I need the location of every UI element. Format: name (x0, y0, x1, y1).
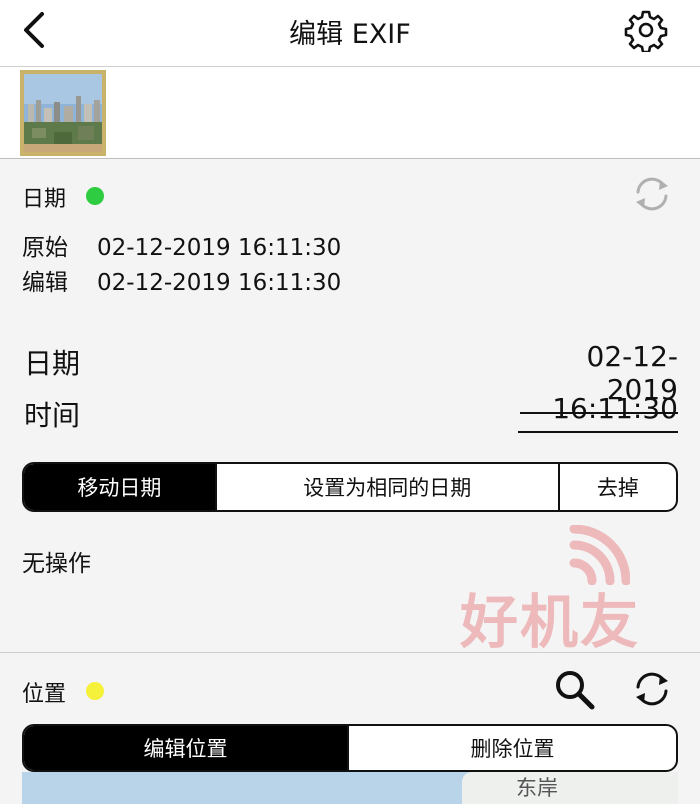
watermark-text: 好机友 (460, 588, 641, 656)
time-field[interactable]: 16:11:30 (518, 392, 678, 433)
refresh-icon (636, 177, 668, 211)
cityscape-image (24, 74, 102, 152)
page-title: 编辑 EXIF (289, 19, 411, 50)
segment-remove[interactable]: 去掉 (560, 464, 676, 510)
date-section-label: 日期 (22, 187, 67, 212)
edited-value: 02-12-2019 16:11:30 (97, 270, 342, 296)
segment-move-date[interactable]: 移动日期 (24, 464, 217, 510)
settings-button[interactable] (624, 8, 668, 54)
navigation-bar: 编辑 EXIF (0, 0, 700, 67)
action-status-text: 无操作 (22, 551, 91, 577)
date-mode-segmented-control: 移动日期 设置为相同的日期 去掉 (22, 462, 678, 512)
location-sync-button[interactable] (630, 667, 674, 711)
photo-thumbnail[interactable] (20, 70, 106, 156)
watermark: 好机友 (460, 525, 660, 656)
edited-date-row: 编辑 02-12-2019 16:11:30 (22, 263, 341, 297)
location-search-button[interactable] (552, 667, 596, 711)
time-field-label: 时间 (24, 399, 81, 432)
date-sync-button[interactable] (630, 172, 674, 216)
photo-strip (0, 67, 700, 159)
segment-set-same-date[interactable]: 设置为相同的日期 (217, 464, 560, 510)
map-place-label: 东岸 (516, 776, 558, 800)
date-status-dot (86, 187, 104, 205)
location-mode-segmented-control: 编辑位置 删除位置 (22, 724, 678, 772)
date-field-label: 日期 (24, 347, 81, 380)
section-divider (0, 652, 700, 653)
gear-icon (624, 10, 668, 54)
location-section-label: 位置 (22, 682, 67, 707)
refresh-icon (636, 672, 668, 706)
location-status-dot (86, 682, 104, 700)
original-value: 02-12-2019 16:11:30 (97, 235, 342, 261)
map-land (462, 772, 678, 804)
original-label: 原始 (22, 235, 68, 261)
original-date-row: 原始 02-12-2019 16:11:30 (22, 228, 341, 262)
segment-delete-location[interactable]: 删除位置 (349, 726, 676, 770)
segment-edit-location[interactable]: 编辑位置 (24, 726, 350, 770)
search-icon (556, 671, 595, 710)
edited-label: 编辑 (22, 270, 68, 296)
location-map[interactable]: 东岸 (22, 772, 678, 804)
